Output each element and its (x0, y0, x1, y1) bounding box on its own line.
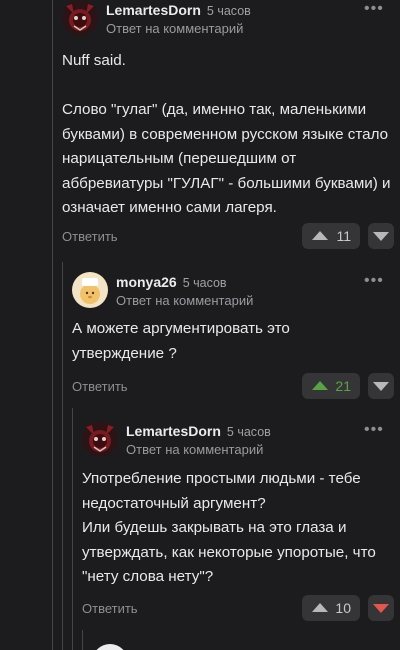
author-name-text[interactable]: monya26 (116, 274, 177, 290)
demon-avatar-image (62, 0, 98, 36)
reply-to-link[interactable]: Ответ на комментарий (116, 293, 253, 308)
downvote-button-active[interactable] (368, 595, 394, 621)
upvote-button-active[interactable]: 21 (302, 373, 360, 399)
avatar[interactable] (92, 644, 128, 650)
arrow-up-icon (312, 603, 328, 612)
reply-button[interactable]: Ответить (82, 601, 138, 616)
downvote-button[interactable] (368, 223, 394, 249)
rating-count: 21 (335, 378, 351, 394)
more-dots-icon[interactable]: ••• (364, 273, 384, 289)
comment-actions: Ответить 21 (72, 373, 394, 401)
demon-avatar-image (82, 421, 118, 457)
more-dots-icon[interactable]: ••• (364, 422, 384, 438)
reply-button[interactable]: Ответить (72, 379, 128, 394)
arrow-down-icon (373, 604, 389, 613)
comment: monya26 5 часов Ответ на комментарий ••• … (72, 272, 400, 402)
comment-header: LemartesDorn 5 часов Ответ на комментарий… (62, 0, 400, 44)
more-dots-icon[interactable]: ••• (364, 1, 384, 17)
bear-avatar-image (72, 272, 108, 308)
thread-line (52, 0, 53, 650)
thread-line (62, 262, 63, 650)
comment: LemartesDorn 5 часов Ответ на комментарий… (82, 421, 400, 626)
upvote-button[interactable]: 10 (302, 595, 360, 621)
reply-button[interactable]: Ответить (62, 229, 118, 244)
thread-line (82, 630, 83, 650)
author-name[interactable]: LemartesDorn 5 часов (126, 423, 271, 439)
author-name-text[interactable]: LemartesDorn (106, 2, 201, 18)
rating-count: 11 (336, 228, 351, 244)
arrow-down-icon (373, 232, 389, 241)
comment-header: monya26 5 часов Ответ на комментарий ••• (72, 272, 400, 316)
comment-header: LemartesDorn 5 часов Ответ на комментарий… (82, 421, 400, 465)
author-name[interactable]: LemartesDorn 5 часов (106, 2, 251, 18)
comment-actions: Ответить 10 (82, 595, 394, 623)
arrow-up-icon (312, 231, 328, 240)
comment-text: Употребление простыми людьми - тебе недо… (82, 470, 376, 585)
avatar[interactable] (72, 272, 108, 308)
downvote-button[interactable] (368, 373, 394, 399)
upvote-button[interactable]: 11 (302, 223, 360, 249)
reply-to-link[interactable]: Ответ на комментарий (106, 21, 243, 36)
comment-text: А можете аргументировать это утверждение… (72, 320, 290, 362)
reply-to-link[interactable]: Ответ на комментарий (126, 442, 263, 457)
avatar[interactable] (62, 0, 98, 36)
comment-actions: Ответить 11 (62, 223, 394, 251)
author-name[interactable]: monya26 5 часов (116, 274, 227, 290)
arrow-down-icon (373, 382, 389, 391)
rating-count: 10 (335, 600, 351, 616)
comment-time: 5 часов (206, 4, 251, 18)
avatar[interactable] (82, 421, 118, 457)
comment: LemartesDorn 5 часов Ответ на комментарий… (62, 0, 400, 252)
author-name-text[interactable]: LemartesDorn (126, 423, 221, 439)
thread-line (72, 408, 73, 650)
comment-time: 5 часов (226, 425, 271, 439)
arrow-up-icon (312, 381, 328, 390)
comment-text: Nuff said. Слово "гулаг" (да, именно так… (62, 52, 391, 216)
comment-time: 5 часов (182, 276, 227, 290)
